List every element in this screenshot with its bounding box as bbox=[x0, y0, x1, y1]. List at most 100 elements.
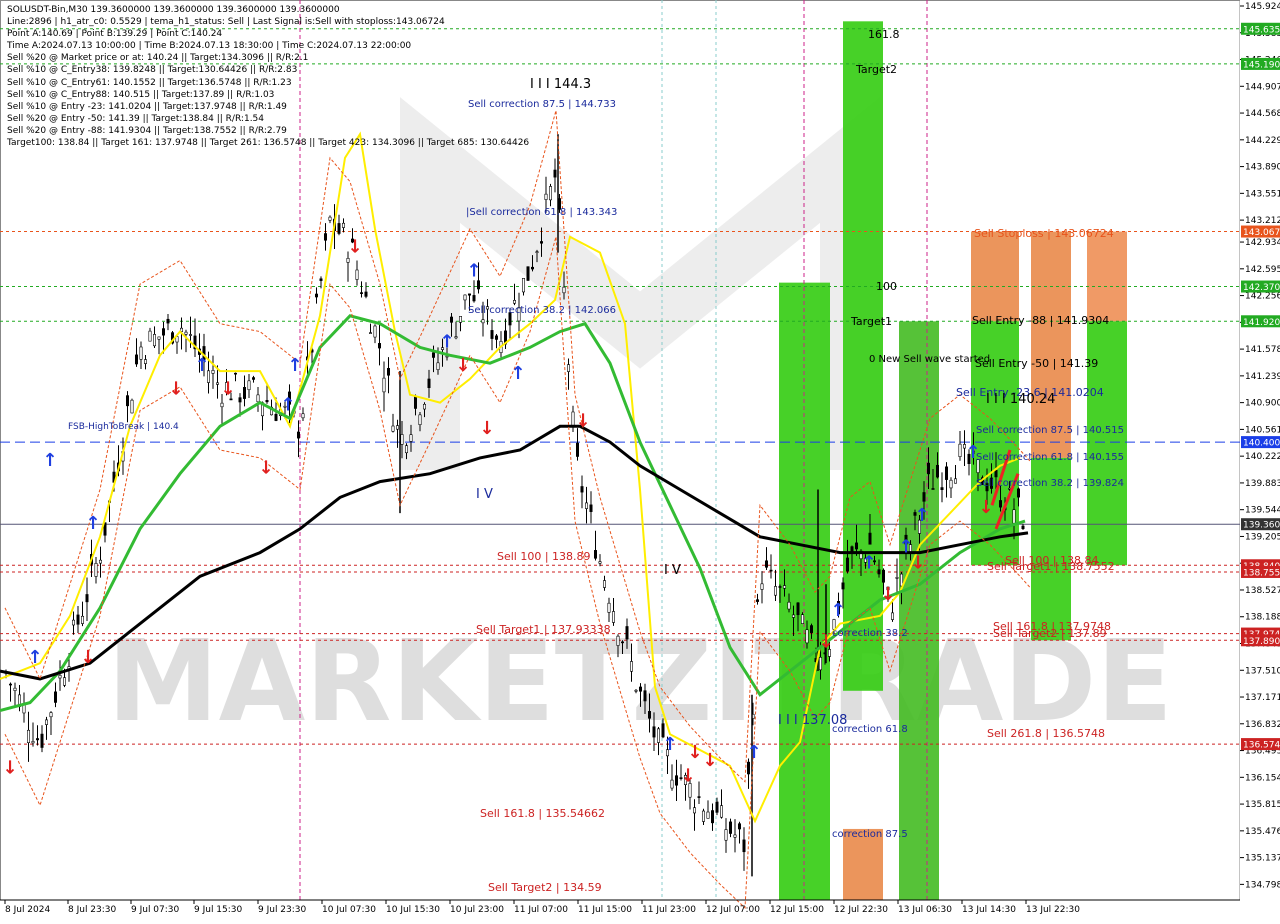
candle bbox=[652, 726, 656, 738]
y-tick-label: 143.551 bbox=[1245, 189, 1280, 199]
chart-annotation: correction 61.8 bbox=[832, 724, 908, 735]
candle bbox=[377, 343, 381, 349]
y-tick-label: 142.595 bbox=[1245, 265, 1280, 275]
sell-arrow-icon: ↓ bbox=[910, 552, 925, 573]
buy-arrow-icon: ↑ bbox=[830, 600, 845, 621]
chart-annotation: 161.8 bbox=[868, 28, 900, 41]
candle bbox=[94, 563, 98, 577]
candle bbox=[126, 395, 130, 407]
chart-annotation: Sell 100 | 138.89 bbox=[497, 550, 591, 563]
x-tick-label: 13 Jul 06:30 bbox=[898, 905, 952, 915]
candle bbox=[530, 266, 534, 270]
candle bbox=[760, 583, 764, 590]
chart-annotation: I I I 144.3 bbox=[530, 77, 591, 92]
candle bbox=[773, 586, 777, 596]
y-tick-label: 140.900 bbox=[1245, 399, 1280, 409]
y-tick-label: 137.510 bbox=[1245, 666, 1280, 676]
candle bbox=[386, 368, 390, 376]
price-tag-label: 139.360 bbox=[1243, 521, 1280, 531]
y-tick-label: 142.934 bbox=[1245, 238, 1280, 248]
candle bbox=[710, 810, 714, 824]
candle bbox=[845, 557, 849, 572]
chart-annotation: correction 38.2 bbox=[832, 628, 908, 639]
x-tick-label: 13 Jul 14:30 bbox=[962, 905, 1016, 915]
candle bbox=[926, 462, 930, 475]
candle bbox=[656, 728, 660, 743]
candle bbox=[566, 364, 570, 372]
candle bbox=[319, 278, 323, 281]
candle bbox=[413, 395, 417, 409]
price-tag-label: 145.635 bbox=[1243, 25, 1280, 35]
y-tick-label: 138.188 bbox=[1245, 613, 1280, 623]
candle bbox=[135, 354, 139, 365]
candle bbox=[472, 295, 476, 302]
x-tick-label: 12 Jul 15:00 bbox=[770, 905, 824, 915]
candle bbox=[571, 411, 575, 427]
candle bbox=[724, 829, 728, 841]
candle bbox=[62, 677, 66, 686]
chart-annotation: correction 87.5 bbox=[832, 829, 908, 840]
candle bbox=[625, 626, 629, 640]
price-tag-label: 137.890 bbox=[1243, 637, 1280, 647]
x-tick-label: 10 Jul 07:30 bbox=[322, 905, 376, 915]
info-panel: SOLUSDT-Bin,M30 139.3600000 139.3600000 … bbox=[7, 4, 529, 149]
candle bbox=[234, 372, 238, 375]
info-line: Sell %10 @ C_Entry61: 140.1552 || Target… bbox=[7, 77, 292, 88]
buy-arrow-icon: ↑ bbox=[466, 260, 481, 281]
candle bbox=[719, 805, 723, 818]
candle bbox=[755, 599, 759, 602]
chart-annotation: Sell Target2 | 137.89 bbox=[993, 627, 1107, 640]
x-tick-label: 9 Jul 23:30 bbox=[258, 905, 307, 915]
sell-arrow-icon: ↓ bbox=[80, 647, 95, 668]
sell-arrow-icon: ↓ bbox=[168, 379, 183, 400]
candle bbox=[81, 615, 85, 624]
candle bbox=[355, 269, 359, 280]
candle bbox=[994, 470, 998, 478]
y-tick-label: 137.171 bbox=[1245, 693, 1280, 703]
y-tick-label: 136.832 bbox=[1245, 720, 1280, 730]
candle bbox=[162, 328, 166, 336]
candle bbox=[139, 346, 143, 360]
info-line: Target100: 138.84 || Target 161: 137.974… bbox=[7, 138, 530, 149]
candle bbox=[454, 336, 458, 339]
y-tick-label: 145.924 bbox=[1245, 2, 1280, 12]
sell-arrow-icon: ↓ bbox=[680, 766, 695, 787]
candle bbox=[562, 286, 566, 294]
candle bbox=[157, 336, 161, 340]
buy-arrow-icon: ↑ bbox=[662, 734, 677, 755]
chart-root[interactable]: MARKETZITRADE ↑ ↑ ↑ ↑ ↑ ↑ ↑ ↑ ↑ ↑ ↑ ↑ ↑ ↑ ↑ ↑ ↓ ↓ ↓ ↓ ↓ ↓ ↓ ↓ ↓ ↓ ↓… bbox=[0, 0, 1280, 920]
candle bbox=[580, 486, 584, 493]
candle bbox=[949, 479, 953, 489]
candle bbox=[733, 834, 737, 838]
candle bbox=[1012, 509, 1016, 524]
candle bbox=[890, 612, 894, 620]
candle bbox=[252, 377, 256, 380]
price-tag-label: 141.920 bbox=[1243, 318, 1280, 328]
candle bbox=[368, 332, 372, 334]
candle bbox=[611, 611, 615, 623]
buy-arrow-icon: ↑ bbox=[439, 331, 454, 352]
candle bbox=[431, 352, 435, 358]
y-tick-label: 136.154 bbox=[1245, 773, 1280, 783]
candle bbox=[44, 719, 48, 725]
candle bbox=[467, 293, 471, 296]
candle bbox=[535, 251, 539, 253]
candle bbox=[638, 686, 642, 692]
candle bbox=[998, 500, 1002, 508]
candle bbox=[9, 683, 13, 686]
candle bbox=[620, 641, 624, 644]
sell-arrow-icon: ↓ bbox=[258, 458, 273, 479]
candle bbox=[746, 761, 750, 775]
y-tick-label: 142.256 bbox=[1245, 292, 1280, 302]
y-tick-label: 141.578 bbox=[1245, 345, 1280, 355]
candle bbox=[778, 586, 782, 588]
buy-arrow-icon: ↑ bbox=[42, 450, 57, 471]
y-axis: 145.924145.585145.246144.907144.568144.2… bbox=[1240, 0, 1280, 920]
chart-annotation: Sell Target1 | 137.93338 bbox=[476, 623, 611, 636]
candle bbox=[544, 193, 548, 200]
candle bbox=[1021, 525, 1025, 530]
candle bbox=[670, 779, 674, 789]
chart-annotation: Target2 bbox=[855, 63, 897, 76]
candle bbox=[697, 796, 701, 798]
y-tick-label: 143.890 bbox=[1245, 163, 1280, 173]
